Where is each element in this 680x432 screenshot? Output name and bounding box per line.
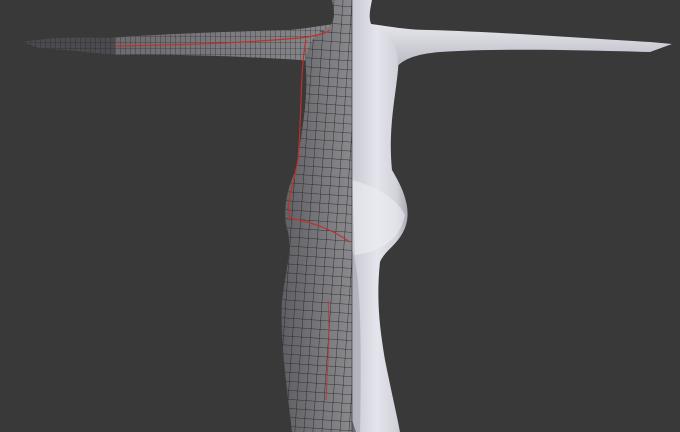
left-hand-edges [22,37,115,55]
wireframe-mesh-half[interactable] [22,0,352,432]
3d-viewport[interactable] [0,0,680,432]
left-torso-leg-edges [281,0,352,432]
right-arm [352,22,672,70]
viewport-canvas[interactable] [0,0,680,432]
solid-mesh-half[interactable] [352,0,672,432]
